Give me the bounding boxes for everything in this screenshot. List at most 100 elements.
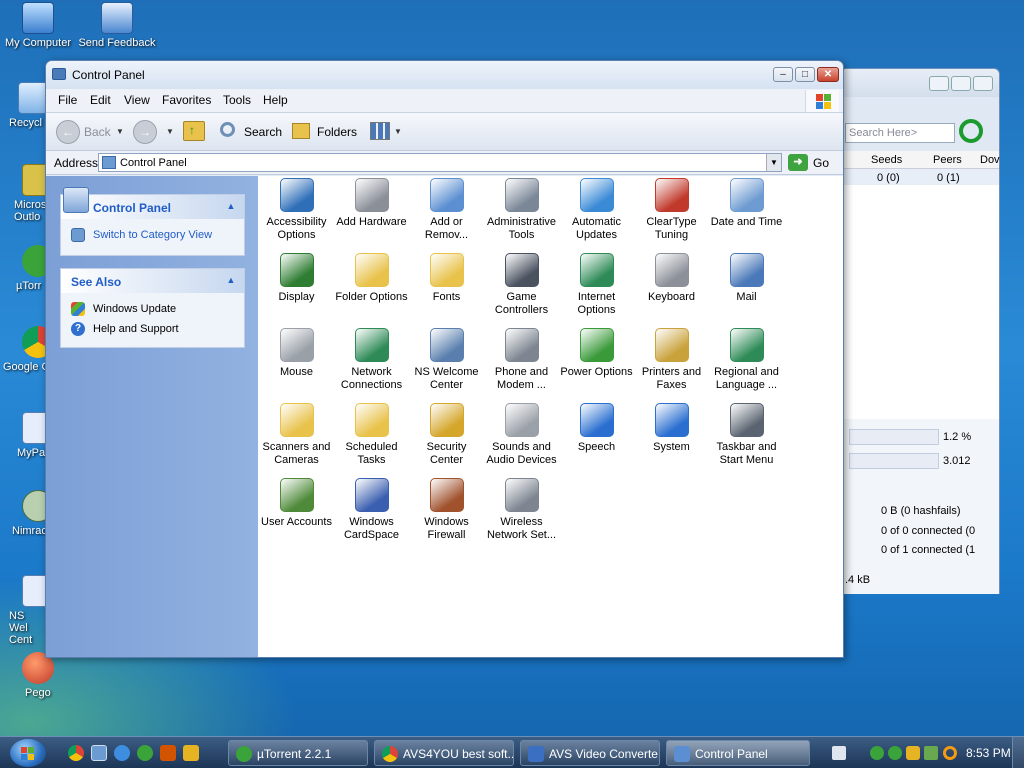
folders-button[interactable]: Folders xyxy=(290,119,360,145)
windows-update-link[interactable]: Windows Update xyxy=(71,299,234,319)
desktop-icon-outlook[interactable]: Micros Outlo xyxy=(0,164,54,223)
help-support-link[interactable]: ? Help and Support xyxy=(71,319,234,339)
control-panel-window[interactable]: Control Panel – □ ✕ File Edit View Favor… xyxy=(45,60,844,658)
cp-item-cleartype[interactable]: ClearType Tuning xyxy=(634,178,709,242)
search-icon[interactable] xyxy=(959,119,983,143)
cp-item-security-center[interactable]: Security Center xyxy=(409,403,484,467)
cp-item-windows-firewall[interactable]: Windows Firewall xyxy=(409,478,484,542)
cp-item-internet-options[interactable]: Internet Options xyxy=(559,253,634,317)
show-desktop-button[interactable] xyxy=(1012,737,1024,768)
address-input[interactable]: Control Panel ▼ xyxy=(98,153,782,172)
clock[interactable]: 8:53 PM xyxy=(966,746,1011,760)
search-tray-icon[interactable] xyxy=(943,746,957,760)
minimize-button[interactable] xyxy=(929,76,949,91)
menu-edit[interactable]: Edit xyxy=(90,93,111,107)
col-seeds[interactable]: Seeds xyxy=(871,154,902,166)
up-folder-icon[interactable]: ↑ xyxy=(183,121,205,141)
torrent-row[interactable]: 0 (0) 0 (1) xyxy=(841,169,999,185)
media-app-icon[interactable] xyxy=(160,745,176,761)
torrent-search-input[interactable]: Search Here> xyxy=(845,123,955,143)
address-dropdown-icon[interactable]: ▼ xyxy=(766,154,781,171)
collapse-icon[interactable]: ▲ xyxy=(224,199,238,213)
cp-item-accessibility[interactable]: Accessibility Options xyxy=(259,178,334,242)
section-header[interactable]: See Also ▲ xyxy=(61,269,244,293)
go-arrow-icon[interactable]: ➜ xyxy=(788,154,808,171)
cp-item-scanners-cameras[interactable]: Scanners and Cameras xyxy=(259,403,334,467)
search-button[interactable]: Search xyxy=(218,119,290,145)
cp-item-phone-modem[interactable]: Phone and Modem ... xyxy=(484,328,559,392)
keyboard-icon[interactable] xyxy=(832,746,846,760)
show-desktop-icon[interactable] xyxy=(91,745,107,761)
taskbar-item-utorrent[interactable]: µTorrent 2.2.1 xyxy=(228,740,368,766)
shield-icon[interactable] xyxy=(906,746,920,760)
cp-item-network-connections[interactable]: Network Connections xyxy=(334,328,409,392)
menu-file[interactable]: File xyxy=(58,93,77,107)
forward-button[interactable]: → xyxy=(133,120,157,144)
cp-item-keyboard[interactable]: Keyboard xyxy=(634,253,709,304)
back-dropdown-icon[interactable]: ▼ xyxy=(116,127,124,136)
cp-item-game-controllers[interactable]: Game Controllers xyxy=(484,253,559,317)
start-button[interactable] xyxy=(10,739,46,767)
maximize-button[interactable] xyxy=(951,76,971,91)
desktop-icon-send-feedback[interactable]: Send Feedback xyxy=(77,2,157,49)
cp-item-sounds-audio[interactable]: Sounds and Audio Devices xyxy=(484,403,559,467)
desktop-icon-mypa[interactable]: MyPa xyxy=(0,412,54,459)
switch-category-view-link[interactable]: Switch to Category View xyxy=(71,225,234,245)
back-button[interactable]: ← xyxy=(56,120,80,144)
background-utorrent-window[interactable]: Search Here> Seeds Peers Dov 0 (0) 0 (1)… xyxy=(840,68,1000,594)
taskbar-item-control-panel[interactable]: Control Panel xyxy=(666,740,810,766)
menu-view[interactable]: View xyxy=(124,93,150,107)
desktop-icon-ns-welcome[interactable]: NS Wel Cent xyxy=(0,575,54,646)
desktop-icon-utorrent[interactable]: µTorr xyxy=(0,245,54,292)
cp-item-speech[interactable]: Speech xyxy=(559,403,634,454)
desktop-icon-google-chrome[interactable]: Google C xyxy=(0,326,54,373)
cp-item-add-hardware[interactable]: Add Hardware xyxy=(334,178,409,229)
cp-item-user-accounts[interactable]: User Accounts xyxy=(259,478,334,529)
cp-item-mouse[interactable]: Mouse xyxy=(259,328,334,379)
window-titlebar[interactable] xyxy=(841,69,999,97)
utorrent-tray-icon[interactable] xyxy=(870,746,884,760)
cp-item-automatic-updates[interactable]: Automatic Updates xyxy=(559,178,634,242)
menu-help[interactable]: Help xyxy=(263,93,288,107)
desktop-icon-nimrac[interactable]: Nimrac xyxy=(0,490,54,537)
utorrent-tray-icon[interactable] xyxy=(888,746,902,760)
col-peers[interactable]: Peers xyxy=(933,154,962,166)
views-button[interactable]: ▼ xyxy=(368,121,402,143)
maximize-button[interactable]: □ xyxy=(795,67,815,82)
cp-item-printers-faxes[interactable]: Printers and Faxes xyxy=(634,328,709,392)
cp-item-add-remove-programs[interactable]: Add or Remov... xyxy=(409,178,484,242)
utorrent-icon[interactable] xyxy=(137,745,153,761)
cp-item-folder-options[interactable]: Folder Options xyxy=(334,253,409,304)
desktop-icon-my-computer[interactable]: My Computer xyxy=(0,2,78,49)
minimize-button[interactable]: – xyxy=(773,67,793,82)
desktop-icon-recycle-bin[interactable]: Recycl xyxy=(0,82,50,129)
taskbar-item-avs-video-converter[interactable]: AVS Video Converte... xyxy=(520,740,660,766)
cp-item-taskbar-start-menu[interactable]: Taskbar and Start Menu xyxy=(709,403,784,467)
desktop-icon-pego[interactable]: Pego xyxy=(0,652,54,699)
taskbar-item-avs4you[interactable]: AVS4YOU best soft... xyxy=(374,740,514,766)
cp-item-administrative-tools[interactable]: Administrative Tools xyxy=(484,178,559,242)
menu-tools[interactable]: Tools xyxy=(223,93,251,107)
window-titlebar[interactable]: Control Panel – □ ✕ xyxy=(46,61,843,89)
network-icon[interactable] xyxy=(924,746,938,760)
cp-item-scheduled-tasks[interactable]: Scheduled Tasks xyxy=(334,403,409,467)
cp-item-fonts[interactable]: Fonts xyxy=(409,253,484,304)
cp-item-display[interactable]: Display xyxy=(259,253,334,304)
cp-item-ns-welcome-center[interactable]: NS Welcome Center xyxy=(409,328,484,392)
cp-item-power-options[interactable]: Power Options xyxy=(559,328,634,379)
collapse-icon[interactable]: ▲ xyxy=(224,273,238,287)
close-button[interactable] xyxy=(973,76,993,91)
chrome-icon[interactable] xyxy=(68,745,84,761)
close-button[interactable]: ✕ xyxy=(817,67,839,82)
cp-item-wireless-network[interactable]: Wireless Network Set... xyxy=(484,478,559,542)
section-header[interactable]: Control Panel ▲ xyxy=(61,187,244,219)
cp-item-regional-language[interactable]: Regional and Language ... xyxy=(709,328,784,392)
col-down[interactable]: Dov xyxy=(980,154,1000,166)
internet-explorer-icon[interactable] xyxy=(114,745,130,761)
go-button[interactable]: Go xyxy=(813,156,829,170)
cp-item-windows-cardspace[interactable]: Windows CardSpace xyxy=(334,478,409,542)
cp-item-date-time[interactable]: Date and Time xyxy=(709,178,784,229)
cp-item-system[interactable]: System xyxy=(634,403,709,454)
menu-favorites[interactable]: Favorites xyxy=(162,93,211,107)
forward-dropdown-icon[interactable]: ▼ xyxy=(166,127,174,136)
